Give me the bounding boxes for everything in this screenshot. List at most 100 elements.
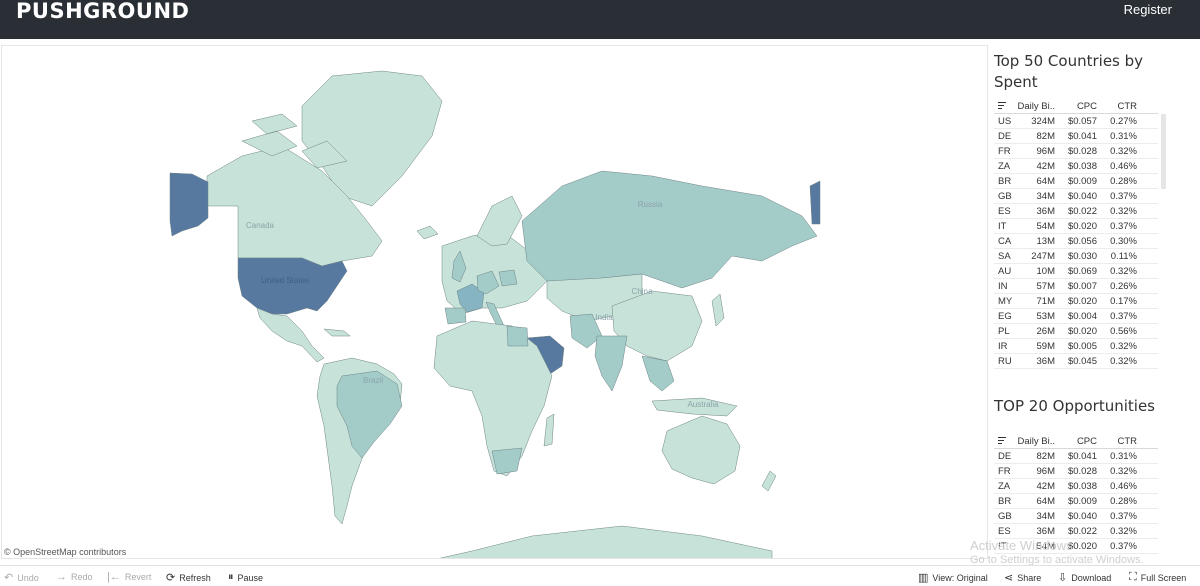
table-row[interactable]: DE 82M $0.041 0.31% <box>994 449 1158 464</box>
undo-button[interactable]: ↶ Undo <box>4 571 39 584</box>
label-russia: Russia <box>638 200 663 209</box>
ctr-value: 0.32% <box>1110 265 1137 277</box>
table-row[interactable]: IR 59M $0.005 0.32% <box>994 339 1158 354</box>
map-canvas[interactable]: Russia Canada United States China India … <box>2 46 988 559</box>
download-button[interactable]: ⇩ Download <box>1058 571 1111 584</box>
top20-header-row: Daily Bi.. CPC CTR <box>994 434 1158 449</box>
cpc-value: $0.009 <box>1067 495 1097 507</box>
table-row[interactable]: FR 96M $0.028 0.32% <box>994 464 1158 479</box>
fullscreen-button[interactable]: ⛶ Full Screen <box>1129 571 1186 584</box>
header-daily-bid[interactable]: Daily Bi.. <box>1016 436 1058 447</box>
country-code: SA <box>998 250 1011 262</box>
iceland <box>416 225 439 240</box>
daily-bid-value: 82M <box>1036 130 1055 142</box>
header-ctr[interactable]: CTR <box>1100 436 1140 447</box>
label-india: India <box>595 313 613 322</box>
table-row[interactable]: SA 247M $0.030 0.11% <box>994 249 1158 264</box>
table-row[interactable]: PL 26M $0.020 0.56% <box>994 324 1158 339</box>
fullscreen-label: Full Screen <box>1140 572 1187 583</box>
table-row[interactable]: ZA 42M $0.038 0.46% <box>994 159 1158 174</box>
country-code: GB <box>998 510 1012 522</box>
top50-title: Top 50 Countries by Spent <box>994 52 1144 91</box>
daily-bid-value: 13M <box>1036 235 1055 247</box>
poland <box>498 269 518 287</box>
country-code: ES <box>998 205 1011 217</box>
daily-bid-value: 53M <box>1036 310 1055 322</box>
ctr-value: 0.32% <box>1110 145 1137 157</box>
alaska <box>169 172 209 237</box>
view-original-button[interactable]: ▥ View: Original <box>918 571 988 584</box>
top50-scrollbar[interactable] <box>1161 114 1166 189</box>
cpc-value: $0.009 <box>1067 175 1097 187</box>
cpc-value: $0.041 <box>1067 450 1097 462</box>
table-row[interactable]: GB 34M $0.040 0.37% <box>994 509 1158 524</box>
country-code: DE <box>998 130 1012 142</box>
table-row[interactable]: IN 57M $0.007 0.26% <box>994 279 1158 294</box>
table-row[interactable]: MY 71M $0.020 0.17% <box>994 294 1158 309</box>
daily-bid-value: 42M <box>1036 160 1055 172</box>
header-ctr[interactable]: CTR <box>1100 101 1140 112</box>
country-code: PL <box>998 325 1010 337</box>
cpc-value: $0.056 <box>1067 235 1097 247</box>
ctr-value: 0.27% <box>1110 115 1137 127</box>
pushground-logo[interactable]: PUSHGROUND <box>16 0 189 23</box>
table-row[interactable]: RU 36M $0.045 0.32% <box>994 354 1158 369</box>
table-row[interactable]: CA 13M $0.056 0.30% <box>994 234 1158 249</box>
sort-icon[interactable] <box>994 436 1016 446</box>
antarctica <box>439 525 773 558</box>
table-row[interactable]: ZA 42M $0.038 0.46% <box>994 479 1158 494</box>
ctr-value: 0.17% <box>1110 295 1137 307</box>
table-row[interactable]: FR 96M $0.028 0.32% <box>994 144 1158 159</box>
header-cpc[interactable]: CPC <box>1058 101 1100 112</box>
cpc-value: $0.007 <box>1067 280 1097 292</box>
map-attribution[interactable]: © OpenStreetMap contributors <box>4 547 126 557</box>
refresh-icon: ⟳ <box>166 572 176 584</box>
table-row[interactable]: GB 34M $0.040 0.37% <box>994 189 1158 204</box>
table-row[interactable]: ES 36M $0.022 0.32% <box>994 204 1158 219</box>
refresh-button[interactable]: ⟳ Refresh <box>166 571 211 584</box>
ctr-value: 0.56% <box>1110 325 1137 337</box>
ctr-value: 0.37% <box>1110 310 1137 322</box>
register-link[interactable]: Register <box>1124 2 1172 17</box>
cpc-value: $0.041 <box>1067 130 1097 142</box>
country-code: BR <box>998 175 1012 187</box>
ctr-value: 0.37% <box>1110 220 1137 232</box>
label-china: China <box>632 287 653 296</box>
revert-button[interactable]: |← Revert <box>107 571 151 583</box>
header-cpc[interactable]: CPC <box>1058 436 1100 447</box>
table-row[interactable]: IT 54M $0.020 0.37% <box>994 219 1158 234</box>
share-button[interactable]: ⋖ Share <box>1004 571 1041 584</box>
table-row[interactable]: BR 64M $0.009 0.28% <box>994 494 1158 509</box>
daily-bid-value: 36M <box>1036 355 1055 367</box>
table-row[interactable]: AU 10M $0.069 0.32% <box>994 264 1158 279</box>
daily-bid-value: 324M <box>1031 115 1055 127</box>
cpc-value: $0.057 <box>1067 115 1097 127</box>
ctr-value: 0.32% <box>1110 205 1137 217</box>
daily-bid-value: 34M <box>1036 190 1055 202</box>
world-map[interactable]: Russia Canada United States China India … <box>1 45 988 559</box>
pause-button[interactable]: ⏸ Pause <box>228 571 263 584</box>
header-daily-bid[interactable]: Daily Bi.. <box>1016 101 1058 112</box>
cpc-value: $0.045 <box>1067 355 1097 367</box>
table-row[interactable]: DE 82M $0.041 0.31% <box>994 129 1158 144</box>
daily-bid-value: 42M <box>1036 480 1055 492</box>
daily-bid-value: 96M <box>1036 145 1055 157</box>
table-row[interactable]: EG 53M $0.004 0.37% <box>994 309 1158 324</box>
pause-icon: ⏸ <box>228 571 234 583</box>
chukotka <box>809 180 821 225</box>
revert-icon: |← <box>107 571 121 583</box>
table-row[interactable]: US 324M $0.057 0.27% <box>994 114 1158 129</box>
country-code: RU <box>998 355 1012 367</box>
russia <box>521 170 818 289</box>
daily-bid-value: 64M <box>1036 175 1055 187</box>
sort-icon[interactable] <box>994 101 1016 111</box>
cpc-value: $0.028 <box>1067 465 1097 477</box>
ctr-value: 0.37% <box>1110 190 1137 202</box>
redo-button[interactable]: → Redo <box>56 571 93 583</box>
table-row[interactable]: BR 64M $0.009 0.28% <box>994 174 1158 189</box>
activation-watermark: Activate Windows Go to Settings to activ… <box>970 538 1144 568</box>
top50-table: Daily Bi.. CPC CTR US 324M $0.057 0.27% DE 82… <box>994 99 1166 369</box>
table-row[interactable]: ES 36M $0.022 0.32% <box>994 524 1158 539</box>
cpc-value: $0.040 <box>1067 510 1097 522</box>
ctr-value: 0.32% <box>1110 465 1137 477</box>
